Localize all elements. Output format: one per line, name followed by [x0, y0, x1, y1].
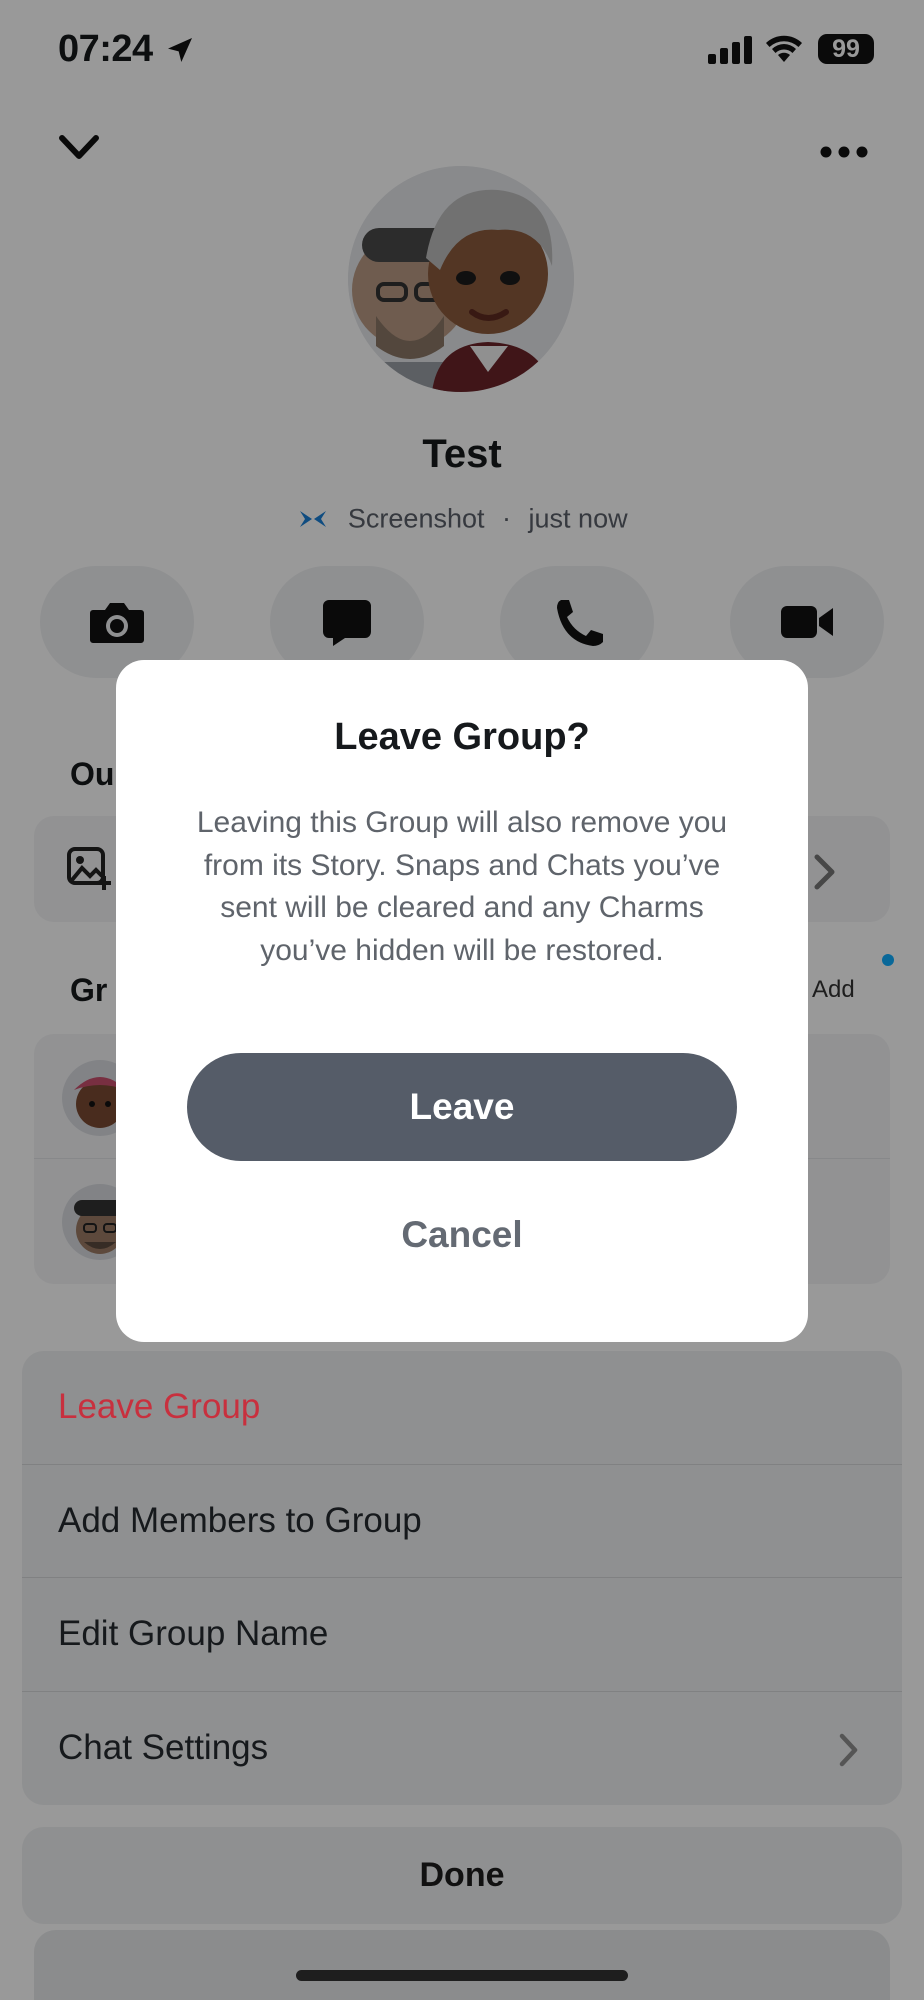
- add-members-option[interactable]: Add Members to Group: [22, 1465, 902, 1578]
- done-button[interactable]: Done: [22, 1827, 902, 1924]
- action-sheet: Leave Group Add Members to Group Edit Gr…: [22, 1351, 902, 1805]
- chat-settings-label: Chat Settings: [58, 1728, 269, 1768]
- underlying-sheet-edge: [34, 1930, 890, 2000]
- dialog-title: Leave Group?: [334, 716, 590, 758]
- leave-group-option[interactable]: Leave Group: [22, 1351, 902, 1465]
- dialog-message: Leaving this Group will also remove you …: [196, 806, 728, 967]
- add-members-label: Add Members to Group: [58, 1500, 422, 1540]
- leave-group-label: Leave Group: [58, 1387, 261, 1427]
- chat-settings-option[interactable]: Chat Settings: [22, 1692, 902, 1806]
- group-profile-screen: 07:24 99 Test Screenshot · just now Ou G…: [0, 0, 924, 2000]
- home-indicator[interactable]: [296, 1970, 628, 1981]
- chevron-right-icon: [839, 1733, 858, 1766]
- edit-group-name-option[interactable]: Edit Group Name: [22, 1578, 902, 1692]
- cancel-button[interactable]: Cancel: [187, 1200, 737, 1270]
- edit-group-name-label: Edit Group Name: [58, 1614, 329, 1654]
- leave-button[interactable]: Leave: [187, 1053, 737, 1161]
- leave-group-dialog: Leave Group? Leaving this Group will als…: [116, 660, 808, 1342]
